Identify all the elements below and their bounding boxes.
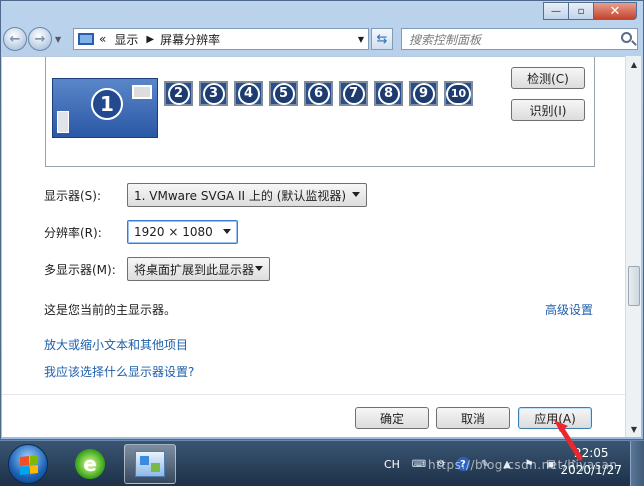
- red-annotation-arrow-icon: [554, 420, 583, 461]
- back-button[interactable]: ←: [3, 27, 27, 51]
- close-button[interactable]: ✕: [593, 2, 637, 20]
- monitor-5-tile[interactable]: 5: [269, 81, 298, 106]
- maximize-button[interactable]: ▫: [568, 2, 594, 20]
- divider: [2, 394, 625, 395]
- breadcrumb-separator-icon[interactable]: ▶: [146, 34, 154, 45]
- watermark: https://blog.csdn.net/hiyasan: [428, 458, 618, 472]
- forward-button[interactable]: →: [28, 27, 52, 51]
- display-value: 1. VMware SVGA II 上的 (默认监视器): [134, 188, 347, 203]
- monitor-number: 9: [412, 82, 435, 105]
- display-settings-help-link[interactable]: 我应该选择什么显示器设置?: [44, 363, 194, 380]
- multi-display-label: 多显示器(M):: [44, 262, 116, 277]
- monitor-number: 10: [446, 82, 471, 105]
- address-bar[interactable]: « 显示 ▶ 屏幕分辨率 ▼: [73, 28, 369, 50]
- computer-tower-icon: [57, 111, 69, 133]
- resolution-value: 1920 × 1080: [134, 225, 213, 239]
- windows-logo-icon: [20, 455, 38, 475]
- monitor-icon: [132, 85, 152, 99]
- resolution-select[interactable]: 1920 × 1080: [127, 220, 238, 244]
- cancel-button[interactable]: 取消: [436, 407, 510, 429]
- monitor-4-tile[interactable]: 4: [234, 81, 263, 106]
- vertical-scrollbar[interactable]: ▲ ▼: [625, 56, 641, 437]
- monitor-number: 2: [167, 82, 190, 105]
- monitor-number: 3: [202, 82, 225, 105]
- scroll-down-icon[interactable]: ▼: [626, 421, 642, 437]
- address-dropdown-icon[interactable]: ▼: [358, 35, 364, 44]
- display-label: 显示器(S):: [44, 188, 102, 203]
- search-input[interactable]: 搜索控制面板: [401, 28, 638, 50]
- monitor-3-tile[interactable]: 3: [199, 81, 228, 106]
- monitor-number: 6: [307, 82, 330, 105]
- minimize-button[interactable]: —: [543, 2, 569, 20]
- multi-display-select[interactable]: 将桌面扩展到此显示器: [127, 257, 270, 281]
- back-arrow-icon: ←: [9, 31, 21, 47]
- display-row: 显示器(S): 1. VMware SVGA II 上的 (默认监视器): [44, 183, 367, 207]
- search-placeholder: 搜索控制面板: [409, 32, 482, 47]
- monitor-8-tile[interactable]: 8: [374, 81, 403, 106]
- breadcrumb-overflow[interactable]: «: [99, 32, 106, 46]
- monitor-number: 8: [377, 82, 400, 105]
- resolution-row: 分辨率(R): 1920 × 1080: [44, 220, 238, 244]
- monitor-9-tile[interactable]: 9: [409, 81, 438, 106]
- control-panel-icon: [78, 33, 94, 45]
- advanced-settings-link[interactable]: 高级设置: [545, 301, 593, 318]
- search-icon[interactable]: [621, 32, 632, 43]
- keyboard-icon[interactable]: ⌨: [412, 457, 426, 471]
- arrow-shaft: [557, 423, 583, 461]
- monitor-number: 4: [237, 82, 260, 105]
- monitor-number: 5: [272, 82, 295, 105]
- resolution-label: 分辨率(R):: [44, 225, 102, 240]
- chevron-down-icon: [255, 266, 263, 271]
- chevron-down-icon: [223, 229, 231, 234]
- control-panel-icon: [135, 451, 165, 477]
- multi-display-row: 多显示器(M): 将桌面扩展到此显示器: [44, 257, 270, 281]
- text-size-link[interactable]: 放大或缩小文本和其他项目: [44, 336, 188, 353]
- refresh-button[interactable]: ⇆: [371, 28, 393, 50]
- navigation-bar: ← → ▼ « 显示 ▶ 屏幕分辨率 ▼ ⇆ 搜索控制面板: [3, 25, 639, 53]
- chevron-down-icon: [352, 192, 360, 197]
- monitor-2-tile[interactable]: 2: [164, 81, 193, 106]
- monitor-10-tile[interactable]: 10: [444, 81, 473, 106]
- internet-explorer-icon: e: [75, 449, 105, 479]
- refresh-icon: ⇆: [376, 31, 388, 47]
- identify-button[interactable]: 识别(I): [511, 99, 585, 121]
- multi-display-value: 将桌面扩展到此显示器: [134, 262, 255, 277]
- monitor-number: 7: [342, 82, 365, 105]
- language-indicator[interactable]: CH: [384, 458, 400, 471]
- show-desktop-button[interactable]: [630, 441, 644, 486]
- start-button[interactable]: [8, 444, 48, 484]
- taskbar-control-panel-button[interactable]: [124, 444, 176, 484]
- breadcrumb-screen-resolution[interactable]: 屏幕分辨率: [160, 31, 220, 48]
- forward-arrow-icon: →: [34, 31, 46, 47]
- monitor-6-tile[interactable]: 6: [304, 81, 333, 106]
- detect-button[interactable]: 检测(C): [511, 67, 585, 89]
- monitor-7-tile[interactable]: 7: [339, 81, 368, 106]
- window-controls: — ▫ ✕: [543, 2, 637, 20]
- ok-button[interactable]: 确定: [355, 407, 429, 429]
- display-select[interactable]: 1. VMware SVGA II 上的 (默认监视器): [127, 183, 367, 207]
- recent-pages-dropdown-icon[interactable]: ▼: [55, 35, 61, 44]
- monitor-preview-area: 1 2 3 4 5 6 7 8 9 10 检测(C) 识别(I): [45, 57, 595, 167]
- scroll-up-icon[interactable]: ▲: [626, 56, 642, 72]
- monitor-1-number: 1: [91, 88, 123, 120]
- breadcrumb-display[interactable]: 显示: [114, 31, 138, 48]
- primary-display-text: 这是您当前的主显示器。: [44, 303, 177, 317]
- monitor-1-tile[interactable]: 1: [52, 78, 158, 138]
- scroll-thumb[interactable]: [628, 266, 640, 306]
- taskbar-ie-button[interactable]: e: [64, 444, 116, 484]
- content-pane: 1 2 3 4 5 6 7 8 9 10 检测(C) 识别(I) 显示器(S):…: [2, 56, 625, 437]
